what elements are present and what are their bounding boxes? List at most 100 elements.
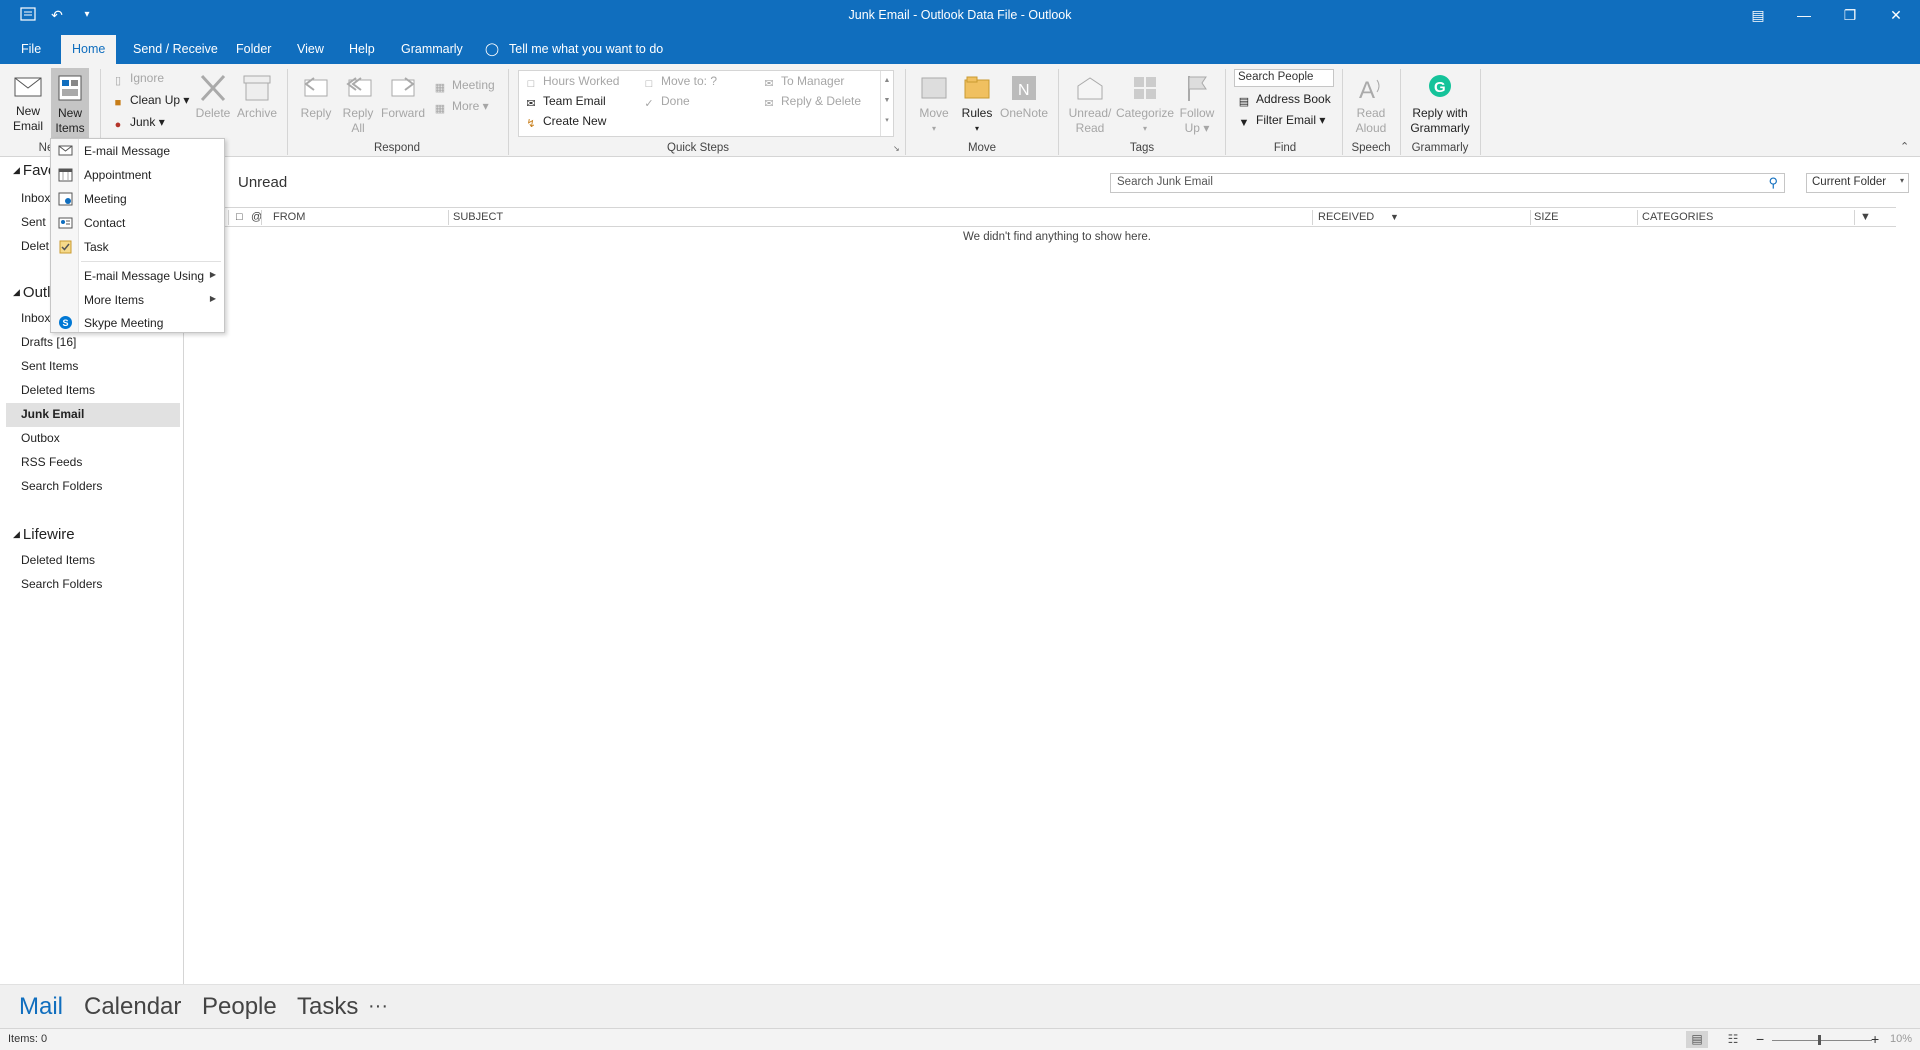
ignore-button[interactable]: ▯ Ignore bbox=[110, 69, 164, 87]
archive-button[interactable]: Archive bbox=[236, 72, 278, 121]
tab-folder[interactable]: Folder bbox=[225, 35, 282, 64]
lifewire-deleted-items[interactable]: Deleted Items bbox=[21, 553, 95, 567]
rules-button[interactable]: Rules ▾ bbox=[957, 72, 997, 136]
move-button[interactable]: Move ▾ bbox=[913, 72, 955, 136]
read-aloud-button[interactable]: A Read Aloud bbox=[1350, 72, 1392, 136]
menu-item-email-message[interactable]: E-mail Message bbox=[51, 139, 224, 163]
zoom-in-icon[interactable]: + bbox=[1871, 1031, 1879, 1047]
folder-sent-items[interactable]: Sent Items bbox=[21, 359, 78, 373]
column-separator[interactable] bbox=[1637, 210, 1638, 225]
column-from[interactable]: FROM bbox=[273, 211, 305, 223]
fav-item-deleted[interactable]: Delet bbox=[21, 239, 49, 253]
quick-step-team-email[interactable]: ✉ Team Email bbox=[523, 92, 606, 110]
zoom-slider-thumb[interactable] bbox=[1818, 1035, 1821, 1045]
quick-step-move-to[interactable]: □ Move to: ? bbox=[641, 72, 717, 90]
tab-home[interactable]: Home bbox=[61, 35, 117, 64]
column-separator[interactable] bbox=[448, 210, 449, 225]
fav-item-sent[interactable]: Sent I bbox=[21, 215, 52, 229]
ribbon-display-options-icon[interactable]: ▤ bbox=[1735, 0, 1781, 30]
more-respond-button[interactable]: ▦ More ▾ bbox=[432, 97, 489, 115]
tab-file[interactable]: File bbox=[10, 35, 52, 64]
reply-with-grammarly-button[interactable]: G Reply with Grammarly bbox=[1408, 72, 1472, 136]
zoom-slider[interactable] bbox=[1772, 1040, 1872, 1041]
menu-item-task[interactable]: Task bbox=[51, 235, 224, 259]
folder-deleted-items[interactable]: Deleted Items bbox=[21, 383, 95, 397]
nav-tasks[interactable]: Tasks bbox=[297, 993, 358, 1021]
quick-step-create-new[interactable]: ↯ Create New bbox=[523, 112, 606, 130]
folder-search-folders[interactable]: Search Folders bbox=[21, 479, 102, 493]
normal-view-icon[interactable]: ▤ bbox=[1686, 1031, 1708, 1048]
menu-item-contact[interactable]: Contact bbox=[51, 211, 224, 235]
folder-drafts[interactable]: Drafts [16] bbox=[21, 335, 76, 349]
column-subject[interactable]: SUBJECT bbox=[453, 211, 503, 223]
column-received[interactable]: RECEIVED bbox=[1318, 211, 1374, 223]
search-junk-email-input[interactable]: Search Junk Email ⚲ bbox=[1110, 173, 1785, 193]
clean-up-button[interactable]: ■ Clean Up ▾ bbox=[110, 91, 190, 109]
nav-calendar[interactable]: Calendar bbox=[84, 993, 181, 1021]
tab-grammarly[interactable]: Grammarly bbox=[390, 35, 474, 64]
new-email-button[interactable]: New Email bbox=[8, 72, 48, 134]
unread-read-button[interactable]: Unread/ Read bbox=[1066, 72, 1114, 136]
close-button[interactable]: ✕ bbox=[1873, 0, 1919, 30]
lifewire-header[interactable]: ◢ Lifewire bbox=[13, 526, 75, 543]
restore-button[interactable]: ❐ bbox=[1827, 0, 1873, 30]
account-header[interactable]: ◢ Outl bbox=[13, 284, 50, 301]
folder-rss-feeds[interactable]: RSS Feeds bbox=[21, 455, 82, 469]
column-separator[interactable] bbox=[1854, 210, 1855, 225]
search-people-input[interactable]: Search People bbox=[1234, 69, 1334, 87]
reply-button[interactable]: Reply bbox=[297, 72, 335, 121]
follow-up-button[interactable]: Follow Up ▾ bbox=[1176, 72, 1218, 136]
tell-me-box[interactable]: ◯ Tell me what you want to do bbox=[485, 35, 663, 63]
quick-step-reply-delete[interactable]: ✉ Reply & Delete bbox=[761, 92, 861, 110]
column-separator[interactable] bbox=[1312, 210, 1313, 225]
menu-item-skype-meeting[interactable]: S Skype Meeting bbox=[51, 311, 224, 335]
filter-unread[interactable]: Unread bbox=[238, 174, 287, 191]
column-size[interactable]: SIZE bbox=[1534, 211, 1558, 223]
filter-email-button[interactable]: ▼ Filter Email ▾ bbox=[1236, 111, 1326, 129]
column-separator[interactable] bbox=[261, 210, 262, 225]
tab-view[interactable]: View bbox=[286, 35, 335, 64]
menu-item-appointment[interactable]: Appointment bbox=[51, 163, 224, 187]
sort-descending-icon[interactable]: ▼ bbox=[1390, 212, 1399, 222]
categorize-button[interactable]: Categorize ▾ bbox=[1116, 72, 1174, 136]
fav-item-inbox[interactable]: Inbox bbox=[21, 191, 50, 205]
zoom-level[interactable]: 10% bbox=[1890, 1033, 1912, 1045]
lifewire-search-folders[interactable]: Search Folders bbox=[21, 577, 102, 591]
delete-button[interactable]: Delete bbox=[193, 72, 233, 121]
quick-steps-scroll[interactable]: ▲ ▼ ▾ bbox=[880, 71, 893, 136]
onenote-button[interactable]: N OneNote bbox=[998, 72, 1050, 121]
nav-more-icon[interactable]: ··· bbox=[368, 995, 388, 1018]
meeting-reply-button[interactable]: ▦ Meeting bbox=[432, 76, 495, 94]
folder-junk-email[interactable]: Junk Email bbox=[21, 407, 84, 421]
search-scope-dropdown[interactable]: Current Folder ▾ bbox=[1806, 173, 1909, 193]
tab-send-receive[interactable]: Send / Receive bbox=[122, 35, 229, 64]
search-icon[interactable]: ⚲ bbox=[1768, 175, 1778, 191]
new-items-button[interactable]: New Items ▾ bbox=[51, 68, 89, 150]
zoom-out-icon[interactable]: − bbox=[1756, 1031, 1764, 1047]
reading-view-icon[interactable]: ☷ bbox=[1722, 1031, 1744, 1048]
column-separator[interactable] bbox=[228, 210, 229, 225]
forward-button[interactable]: Forward bbox=[380, 72, 426, 121]
reply-all-button[interactable]: Reply All bbox=[339, 72, 377, 136]
dialog-launcher-icon[interactable]: ↘ bbox=[893, 144, 900, 153]
quick-step-done[interactable]: ✓ Done bbox=[641, 92, 689, 110]
address-book-button[interactable]: ▤ Address Book bbox=[1236, 90, 1331, 108]
quick-step-hours-worked[interactable]: □ Hours Worked bbox=[523, 72, 620, 90]
menu-item-meeting[interactable]: Meeting bbox=[51, 187, 224, 211]
collapse-ribbon-icon[interactable]: ⌃ bbox=[1900, 140, 1909, 153]
column-filter-icon[interactable]: ▼ bbox=[1860, 211, 1871, 223]
column-categories[interactable]: CATEGORIES bbox=[1642, 211, 1713, 223]
quick-step-to-manager[interactable]: ✉ To Manager bbox=[761, 72, 844, 90]
minimize-button[interactable]: — bbox=[1781, 0, 1827, 30]
menu-item-more-items[interactable]: More Items ▶ bbox=[51, 288, 224, 312]
folder-outbox[interactable]: Outbox bbox=[21, 431, 60, 445]
folder-inbox[interactable]: Inbox bbox=[21, 311, 50, 325]
quick-step-label: Team Email bbox=[543, 94, 606, 108]
nav-people[interactable]: People bbox=[202, 993, 277, 1021]
menu-item-email-message-using[interactable]: E-mail Message Using ▶ bbox=[51, 264, 224, 288]
junk-button[interactable]: ● Junk ▾ bbox=[110, 113, 165, 131]
nav-mail[interactable]: Mail bbox=[19, 993, 63, 1021]
icon-column-icon[interactable]: □ bbox=[236, 211, 243, 223]
tab-help[interactable]: Help bbox=[338, 35, 386, 64]
column-separator[interactable] bbox=[1530, 210, 1531, 225]
